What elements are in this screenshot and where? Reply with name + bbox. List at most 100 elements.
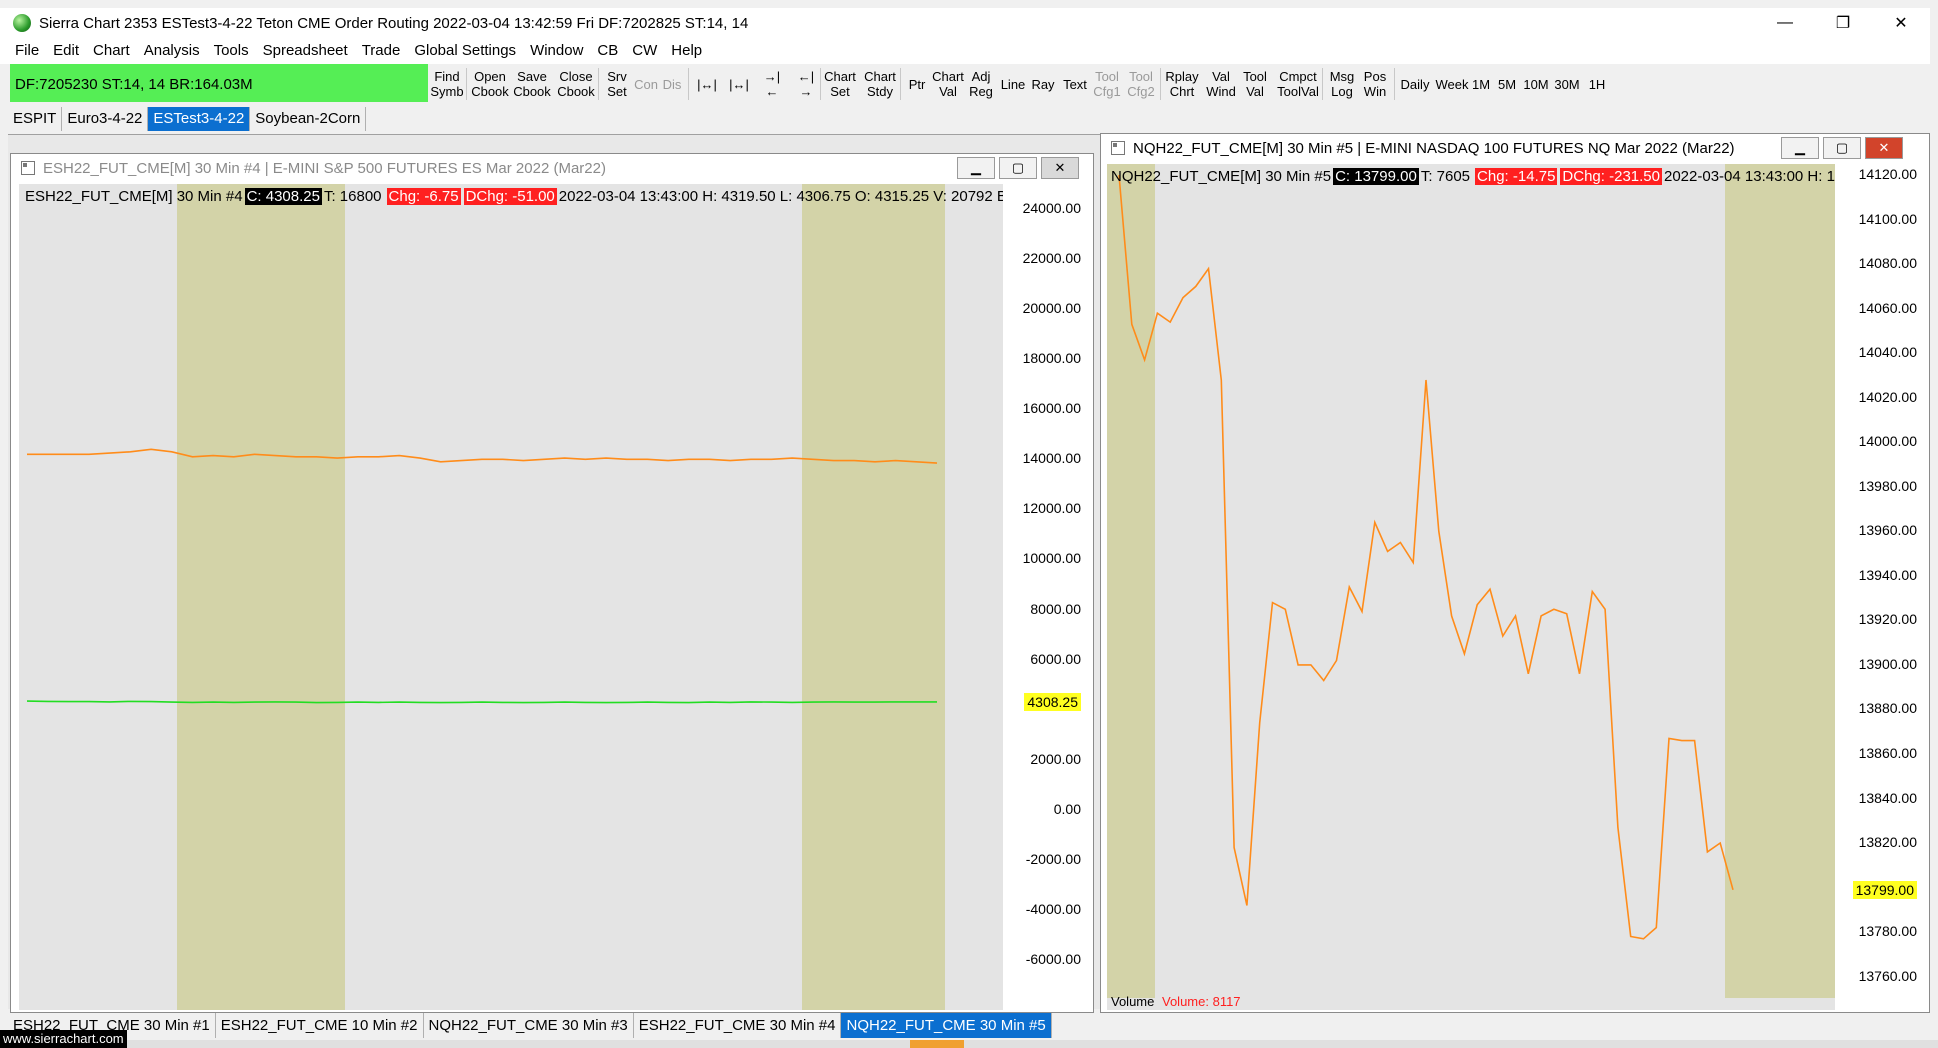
toolbar-separator <box>466 68 467 100</box>
chart-workspace: ESH22_FUT_CME[M] 30 Min #4 | E-MINI S&P … <box>8 133 1930 1013</box>
chart-window-es[interactable]: ESH22_FUT_CME[M] 30 Min #4 | E-MINI S&P … <box>10 153 1094 1013</box>
toolbar-button-chart-stdy[interactable]: Chart Stdy <box>862 66 898 102</box>
menu-trade[interactable]: Trade <box>355 38 408 64</box>
chart-tab-2[interactable]: ESH22_FUT_CME 10 Min #2 <box>216 1013 424 1038</box>
toolbar-button-label: Tool <box>1095 69 1119 84</box>
toolbar-button-tool-cfg1[interactable]: Tool Cfg1 <box>1092 66 1122 102</box>
toolbar-button-[interactable]: ←|→ <box>792 66 820 102</box>
toolbar-button-label: Open <box>474 69 506 84</box>
menu-spreadsheet[interactable]: Spreadsheet <box>256 38 355 64</box>
menu-window[interactable]: Window <box>523 38 590 64</box>
chartbook-tab-espit[interactable]: ESPIT <box>8 107 63 131</box>
toolbar-button-30m[interactable]: 30M <box>1552 66 1582 102</box>
toolbar-button-srv-set[interactable]: Srv Set <box>602 66 632 102</box>
toolbar-button-[interactable]: |↔| <box>726 66 752 102</box>
chart-window-nq[interactable]: NQH22_FUT_CME[M] 30 Min #5 | E-MINI NASD… <box>1100 133 1930 1013</box>
toolbar-button-ptr[interactable]: Ptr <box>906 66 928 102</box>
menu-tools[interactable]: Tools <box>207 38 256 64</box>
toolbar-button-chart-val[interactable]: Chart Val <box>932 66 964 102</box>
minimize-icon[interactable]: ▁ <box>957 157 995 179</box>
toolbar-button-close-cbook[interactable]: Close Cbook <box>555 66 597 102</box>
toolbar-button-rplay-chrt[interactable]: Rplay Chrt <box>1164 66 1200 102</box>
close-icon[interactable]: ✕ <box>1865 137 1903 159</box>
chartbook-tab-estest[interactable]: ESTest3-4-22 <box>148 107 251 131</box>
toolbar-button-open-cbook[interactable]: Open Cbook <box>470 66 510 102</box>
chart-tab-3[interactable]: NQH22_FUT_CME 30 Min #3 <box>424 1013 634 1038</box>
menu-edit[interactable]: Edit <box>46 38 86 64</box>
toolbar-button-label: 30M <box>1554 76 1580 92</box>
toolbar-button-msg-log[interactable]: Msg Log <box>1326 66 1358 102</box>
toolbar-button-label: Line <box>1000 76 1026 92</box>
toolbar-button-label: →|← <box>763 69 781 99</box>
y-axis[interactable]: 24000.00 22000.00 20000.00 18000.00 16000.00… <box>1003 184 1089 1010</box>
toolbar-button-label: Val <box>1212 69 1230 84</box>
toolbar-button-tool-val[interactable]: Tool Val <box>1240 66 1270 102</box>
toolbar-button-1m[interactable]: 1M <box>1470 66 1492 102</box>
menu-file[interactable]: File <box>8 38 46 64</box>
toolbar-button-daily[interactable]: Daily <box>1398 66 1432 102</box>
toolbar-button-label: Chrt <box>1169 84 1195 99</box>
maximize-icon[interactable]: ▢ <box>999 157 1037 179</box>
toolbar-button-1h[interactable]: 1H <box>1586 66 1608 102</box>
toolbar-button-ray[interactable]: Ray <box>1030 66 1056 102</box>
chart-window-icon <box>1111 141 1125 155</box>
toolbar-button-label: Pos <box>1363 69 1387 84</box>
y-tick-label: -2000.00 <box>1025 850 1081 867</box>
menu-analysis[interactable]: Analysis <box>137 38 207 64</box>
chartbook-tab-soybean[interactable]: Soybean-2Corn <box>250 107 367 131</box>
chart-tab-5[interactable]: NQH22_FUT_CME 30 Min #5 <box>841 1013 1052 1038</box>
menu-cb[interactable]: CB <box>590 38 625 64</box>
close-icon[interactable]: ✕ <box>1041 157 1079 179</box>
series-line-1 <box>27 448 938 464</box>
toolbar-button-label: Find <box>434 69 460 84</box>
menu-chart[interactable]: Chart <box>86 38 137 64</box>
close-icon[interactable]: ✕ <box>1872 8 1930 38</box>
toolbar-button-tool-cfg2[interactable]: Tool Cfg2 <box>1126 66 1156 102</box>
minimize-icon[interactable]: ▁ <box>1781 137 1819 159</box>
toolbar-separator <box>820 68 821 100</box>
toolbar-button-label: Reg <box>969 84 993 99</box>
restore-icon[interactable]: ❐ <box>1814 8 1872 38</box>
chart-window-controls: ▁ ▢ ✕ <box>1777 137 1903 159</box>
chart-window-title: ESH22_FUT_CME[M] 30 Min #4 | E-MINI S&P … <box>43 159 606 177</box>
toolbar-button-pos-win[interactable]: Pos Win <box>1360 66 1390 102</box>
toolbar-button-line[interactable]: Line <box>998 66 1028 102</box>
chart-window-title-bar[interactable]: ESH22_FUT_CME[M] 30 Min #4 | E-MINI S&P … <box>11 154 1093 182</box>
series-line-1 <box>1118 175 1734 940</box>
chartbook-tabs: ESPIT Euro3-4-22 ESTest3-4-22 Soybean-2C… <box>8 107 367 131</box>
menu-help[interactable]: Help <box>664 38 709 64</box>
y-tick-label: 16000.00 <box>1022 400 1081 417</box>
toolbar-separator <box>1322 68 1323 100</box>
toolbar-button-text[interactable]: Text <box>1060 66 1090 102</box>
toolbar-button-find-symb[interactable]: Find Symb <box>428 66 466 102</box>
chart-tab-4[interactable]: ESH22_FUT_CME 30 Min #4 <box>634 1013 842 1038</box>
toolbar-button-10m[interactable]: 10M <box>1522 66 1550 102</box>
chartbook-tab-euro[interactable]: Euro3-4-22 <box>62 107 149 131</box>
toolbar-button-chart-set[interactable]: Chart Set <box>822 66 858 102</box>
toolbar-button-label: Log <box>1331 84 1353 99</box>
toolbar-button-week[interactable]: Week <box>1436 66 1469 102</box>
toolbar-button-label: |↔| <box>697 76 717 92</box>
toolbar-button-5m[interactable]: 5M <box>1494 66 1520 102</box>
toolbar-button-label: 1M <box>1471 76 1491 92</box>
minimize-icon[interactable]: — <box>1756 8 1814 38</box>
toolbar-button-val-wind[interactable]: Val Wind <box>1204 66 1238 102</box>
toolbar-button-label: Cbook <box>513 84 551 99</box>
chart-plot-area[interactable]: ESH22_FUT_CME[M] 30 Min #4 C: 4308.25 T:… <box>19 184 1003 1010</box>
menu-bar: File Edit Chart Analysis Tools Spreadshe… <box>0 38 1930 64</box>
chart-close-value: C: 13799.00 <box>1333 167 1419 185</box>
chart-plot-area[interactable]: NQH22_FUT_CME[M] 30 Min #5 C: 13799.00 T… <box>1107 164 1835 1010</box>
toolbar-button-[interactable]: |↔| <box>694 66 720 102</box>
window-title: Sierra Chart 2353 ESTest3-4-22 Teton CME… <box>39 14 749 32</box>
toolbar-button-dis[interactable]: Dis <box>660 66 684 102</box>
maximize-icon[interactable]: ▢ <box>1823 137 1861 159</box>
toolbar-button-[interactable]: →|← <box>758 66 786 102</box>
y-axis[interactable]: 14120.00 14100.00 14080.00 14060.00 14040.00… <box>1837 164 1925 1010</box>
toolbar-button-adj-reg[interactable]: Adj Reg <box>966 66 996 102</box>
toolbar-button-con[interactable]: Con <box>634 66 658 102</box>
y-tick-label: 14060.00 <box>1858 299 1917 316</box>
toolbar-button-cmpct-toolval[interactable]: Cmpct ToolVal <box>1274 66 1322 102</box>
menu-global-settings[interactable]: Global Settings <box>407 38 523 64</box>
menu-cw[interactable]: CW <box>625 38 664 64</box>
toolbar-button-save-cbook[interactable]: Save Cbook <box>512 66 552 102</box>
